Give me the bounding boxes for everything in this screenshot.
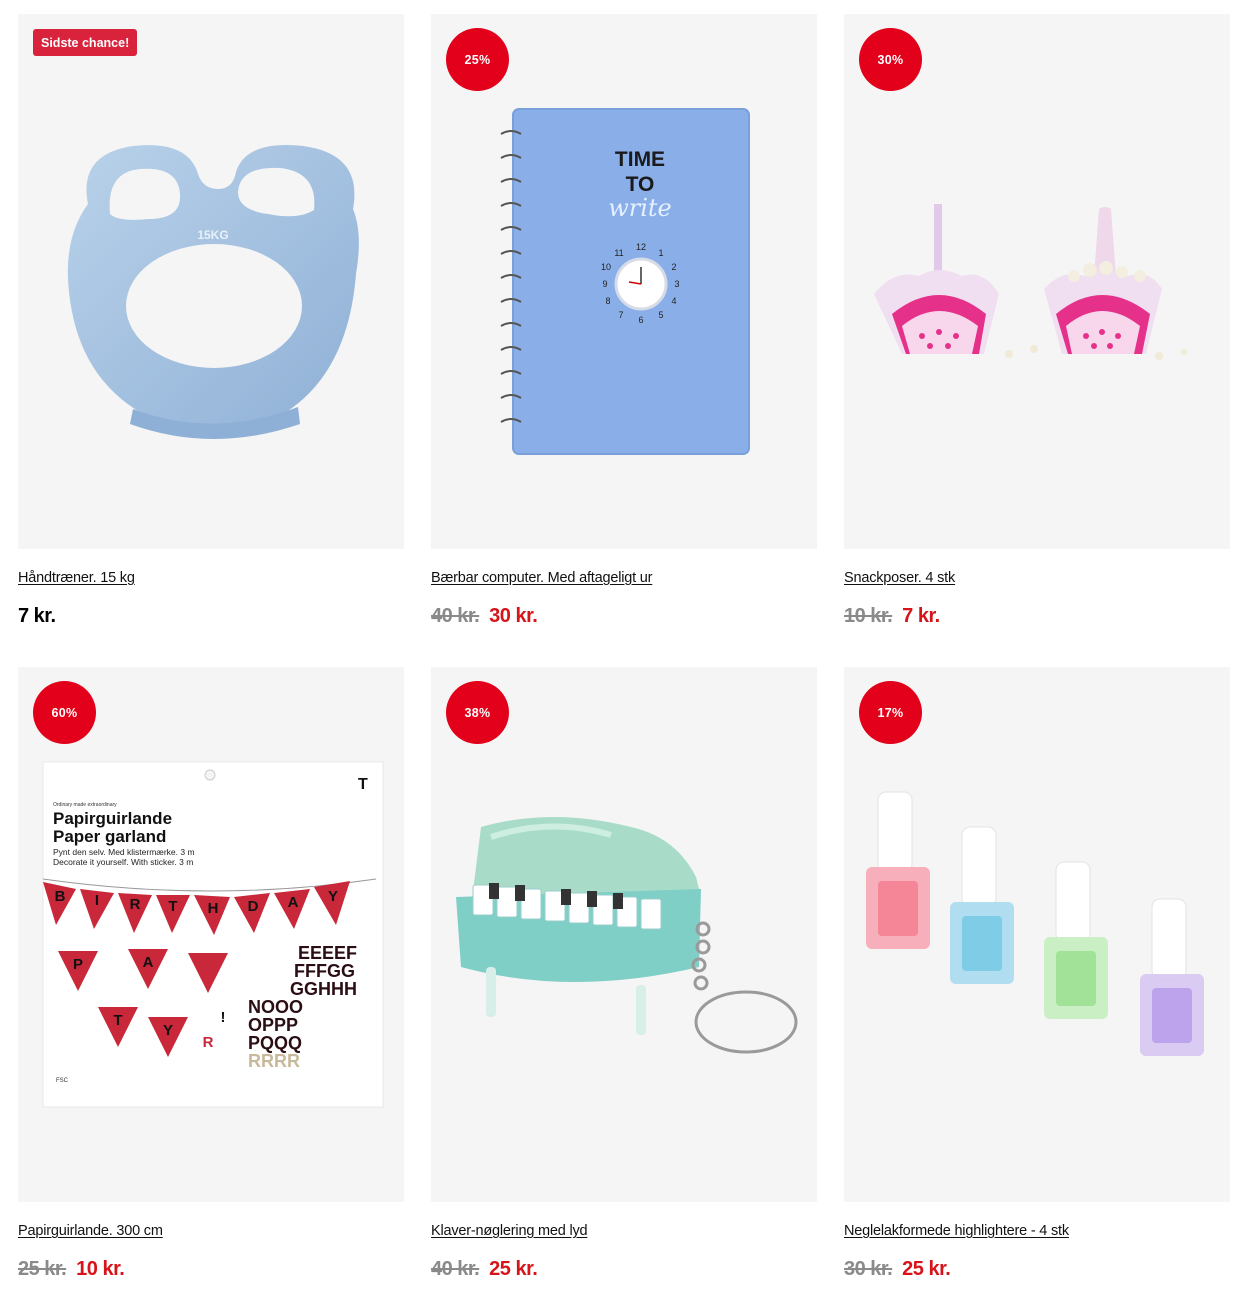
- notebook-title-1: TIME: [615, 148, 665, 171]
- svg-text:A: A: [288, 894, 299, 911]
- svg-text:10: 10: [601, 262, 611, 272]
- weight-label: 15KG: [197, 228, 228, 242]
- svg-text:NOOO: NOOO: [248, 997, 303, 1017]
- svg-text:R: R: [203, 1034, 214, 1051]
- svg-text:1: 1: [658, 248, 663, 258]
- product-title-link[interactable]: Bærbar computer. Med aftageligt ur: [431, 570, 652, 586]
- svg-text:Y: Y: [163, 1022, 173, 1039]
- svg-text:Paper garland: Paper garland: [53, 827, 166, 846]
- original-price: 40 kr.: [431, 605, 480, 627]
- discount-badge: 30%: [859, 28, 922, 91]
- product-card-nail-highlighters[interactable]: 17% Neglelakformede highlightere - 4 stk…: [844, 667, 1230, 1316]
- price-block: 30 kr. 25 kr.: [844, 1258, 951, 1281]
- svg-text:Ordinary made extraordinary: Ordinary made extraordinary: [53, 802, 117, 808]
- product-image[interactable]: 60% T Ordinary made extraordinary Papirg…: [18, 667, 404, 1202]
- price-block: 40 kr. 30 kr.: [431, 605, 538, 628]
- price-block: 25 kr. 10 kr.: [18, 1258, 125, 1281]
- product-image[interactable]: 38%: [431, 667, 817, 1202]
- product-title-link[interactable]: Papirguirlande. 300 cm: [18, 1223, 163, 1239]
- svg-text:FFFGG: FFFGG: [294, 961, 355, 981]
- product-card-notebook[interactable]: 25% TIME TO write 12 1 2 3 4 5 6 7 8 9 1…: [431, 14, 817, 667]
- product-image[interactable]: 30%: [844, 14, 1230, 549]
- product-title-link[interactable]: Neglelakformede highlightere - 4 stk: [844, 1223, 1069, 1239]
- svg-text:4: 4: [671, 296, 676, 306]
- discount-badge: 38%: [446, 681, 509, 744]
- svg-text:GGHHH: GGHHH: [290, 979, 357, 999]
- svg-text:2: 2: [671, 262, 676, 272]
- product-title-link[interactable]: Klaver-nøglering med lyd: [431, 1223, 588, 1239]
- product-card-paper-garland[interactable]: 60% T Ordinary made extraordinary Papirg…: [18, 667, 404, 1316]
- svg-text:A: A: [143, 954, 154, 971]
- svg-text:EEEEF: EEEEF: [298, 943, 357, 963]
- svg-text:PQQQ: PQQQ: [248, 1033, 302, 1053]
- svg-text:B: B: [55, 888, 66, 905]
- price-block: 10 kr. 7 kr.: [844, 605, 940, 628]
- svg-text:Papirguirlande: Papirguirlande: [53, 809, 172, 828]
- svg-text:8: 8: [605, 296, 610, 306]
- svg-text:!: !: [221, 1009, 226, 1026]
- svg-text:Y: Y: [328, 888, 338, 905]
- original-price: 25 kr.: [18, 1258, 67, 1280]
- piano-keychain-image: [456, 817, 798, 1054]
- svg-text:OPPP: OPPP: [248, 1015, 298, 1035]
- svg-text:3: 3: [674, 279, 679, 289]
- product-title-link[interactable]: Håndtræner. 15 kg: [18, 570, 135, 586]
- product-title-link[interactable]: Snackposer. 4 stk: [844, 570, 955, 586]
- svg-text:11: 11: [614, 248, 623, 258]
- product-image[interactable]: 17%: [844, 667, 1230, 1202]
- svg-text:H: H: [208, 900, 219, 917]
- svg-text:T: T: [113, 1012, 122, 1029]
- svg-text:I: I: [95, 892, 99, 909]
- notebook-title-3: write: [608, 194, 672, 222]
- product-image[interactable]: 25% TIME TO write 12 1 2 3 4 5 6 7 8 9 1…: [431, 14, 817, 549]
- svg-text:T: T: [358, 776, 368, 793]
- hand-grip-image: 15KG: [67, 145, 359, 439]
- svg-text:9: 9: [602, 279, 607, 289]
- last-chance-badge: Sidste chance!: [33, 29, 138, 56]
- notebook-image: TIME TO write 12 1 2 3 4 5 6 7 8 9 10 11: [500, 108, 750, 455]
- svg-text:5: 5: [658, 310, 663, 320]
- current-price: 30 kr.: [489, 605, 538, 627]
- product-card-hand-grip[interactable]: Sidste chance! 15KG Håndtræner. 15 kg 7 …: [18, 14, 404, 667]
- svg-text:7: 7: [618, 310, 623, 320]
- discount-badge: 25%: [446, 28, 509, 91]
- svg-text:RRRR: RRRR: [248, 1051, 300, 1071]
- paper-garland-image: T Ordinary made extraordinary Papirguirl…: [42, 761, 384, 1108]
- product-image[interactable]: Sidste chance! 15KG: [18, 14, 404, 549]
- snack-bags-image: [874, 204, 1187, 360]
- original-price: 40 kr.: [431, 1258, 480, 1280]
- svg-text:R: R: [130, 896, 141, 913]
- discount-badge: 60%: [33, 681, 96, 744]
- product-card-snack-bags[interactable]: 30% Snackposer. 4 stk 10 kr. 7 kr.: [844, 14, 1230, 667]
- svg-text:T: T: [168, 898, 177, 915]
- svg-text:Pynt den selv. Med klistermærk: Pynt den selv. Med klistermærke. 3 m: [53, 847, 195, 857]
- discount-badge: 17%: [859, 681, 922, 744]
- svg-text:Decorate it yourself. With sti: Decorate it yourself. With sticker. 3 m: [53, 857, 193, 867]
- svg-text:D: D: [248, 898, 259, 915]
- product-grid: Sidste chance! 15KG Håndtræner. 15 kg 7 …: [18, 14, 1230, 1316]
- current-price: 25 kr.: [489, 1258, 538, 1280]
- original-price: 10 kr.: [844, 605, 893, 627]
- current-price: 7 kr.: [18, 605, 56, 627]
- svg-text:P: P: [73, 956, 83, 973]
- current-price: 25 kr.: [902, 1258, 951, 1280]
- svg-text:FSC: FSC: [56, 1078, 69, 1084]
- product-card-piano-keychain[interactable]: 38% Klaver-nøglering med lyd 40 kr. 25 k…: [431, 667, 817, 1316]
- price-block: 40 kr. 25 kr.: [431, 1258, 538, 1281]
- current-price: 7 kr.: [902, 605, 940, 627]
- current-price: 10 kr.: [76, 1258, 125, 1280]
- original-price: 30 kr.: [844, 1258, 893, 1280]
- highlighters-image: [866, 791, 1204, 1056]
- svg-text:6: 6: [638, 315, 643, 325]
- price-block: 7 kr.: [18, 605, 56, 628]
- svg-text:12: 12: [636, 242, 646, 252]
- notebook-title-2: TO: [626, 173, 655, 196]
